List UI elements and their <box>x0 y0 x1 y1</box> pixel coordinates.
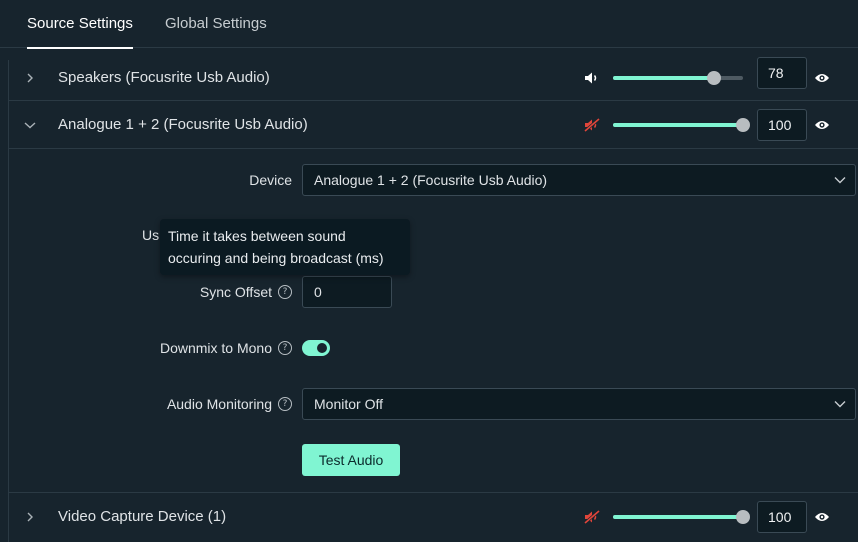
sync-offset-label-wrap: Sync Offset ? <box>8 276 292 308</box>
chevron-down-icon[interactable] <box>22 101 38 149</box>
source-name: Analogue 1 + 2 (Focusrite Usb Audio) <box>58 116 308 133</box>
tab-source-settings[interactable]: Source Settings <box>27 0 133 49</box>
eye-icon[interactable] <box>812 101 832 149</box>
source-name: Speakers (Focusrite Usb Audio) <box>58 69 270 86</box>
sync-offset-label: Sync Offset ? <box>200 276 292 308</box>
partially-hidden-label: Us <box>142 227 160 243</box>
speaker-icon[interactable] <box>582 54 602 102</box>
audio-monitoring-value: Monitor Off <box>314 396 383 412</box>
question-circle-icon[interactable]: ? <box>278 397 292 411</box>
question-circle-icon[interactable]: ? <box>278 341 292 355</box>
eye-icon[interactable] <box>812 493 832 541</box>
volume-input[interactable]: 78 <box>757 57 807 89</box>
sync-offset-tooltip: Time it takes between sound occuring and… <box>160 219 410 275</box>
volume-input[interactable]: 100 <box>757 109 807 141</box>
sync-offset-input[interactable]: 0 <box>302 276 392 308</box>
question-circle-icon[interactable]: ? <box>278 285 292 299</box>
downmix-toggle[interactable] <box>302 340 330 356</box>
audio-monitoring-label: Audio Monitoring ? <box>167 388 292 420</box>
sync-offset-label-text: Sync Offset <box>199 284 272 300</box>
speaker-muted-icon[interactable] <box>582 493 602 541</box>
toggle-knob <box>317 343 327 353</box>
source-row-speakers: Speakers (Focusrite Usb Audio) 78 <box>8 54 858 102</box>
audio-monitoring-label-text: Audio Monitoring <box>166 396 272 412</box>
volume-slider[interactable] <box>613 493 750 541</box>
eye-icon[interactable] <box>812 54 832 102</box>
chevron-right-icon[interactable] <box>22 493 38 541</box>
test-audio-button[interactable]: Test Audio <box>302 444 400 476</box>
chevron-right-icon[interactable] <box>22 54 38 102</box>
downmix-label-text: Downmix to Mono <box>159 340 272 356</box>
device-select-value: Analogue 1 + 2 (Focusrite Usb Audio) <box>314 172 548 188</box>
source-row-video-capture: Video Capture Device (1) 100 <box>8 493 858 541</box>
tab-global-settings[interactable]: Global Settings <box>165 0 267 48</box>
downmix-label: Downmix to Mono ? <box>160 332 292 364</box>
device-select[interactable]: Analogue 1 + 2 (Focusrite Usb Audio) <box>302 164 856 196</box>
volume-slider[interactable] <box>613 101 750 149</box>
audio-monitoring-select[interactable]: Monitor Off <box>302 388 856 420</box>
device-label-text: Device <box>249 172 292 188</box>
settings-tabs: Source Settings Global Settings <box>0 0 858 49</box>
monitoring-label-wrap: Audio Monitoring ? <box>8 388 292 420</box>
chevron-down-icon <box>834 389 846 419</box>
source-name: Video Capture Device (1) <box>58 508 227 525</box>
speaker-muted-icon[interactable] <box>582 101 602 149</box>
chevron-down-icon <box>834 165 846 195</box>
source-row-analogue: Analogue 1 + 2 (Focusrite Usb Audio) 100 <box>8 101 858 149</box>
volume-slider-handle[interactable] <box>736 118 750 132</box>
device-label-wrap: Device <box>8 164 292 196</box>
row-divider <box>8 148 858 149</box>
downmix-label-wrap: Downmix to Mono ? <box>8 332 292 364</box>
volume-slider-handle[interactable] <box>736 510 750 524</box>
device-label: Device <box>249 164 292 196</box>
volume-slider[interactable] <box>613 54 743 102</box>
volume-input[interactable]: 100 <box>757 501 807 533</box>
volume-slider-handle[interactable] <box>707 71 721 85</box>
